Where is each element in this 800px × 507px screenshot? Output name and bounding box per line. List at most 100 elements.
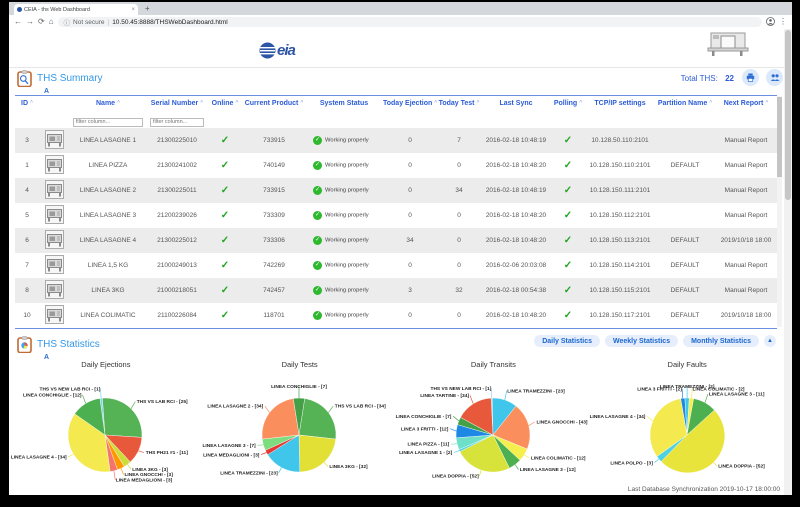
sort-caret-icon[interactable]: ^: [300, 100, 303, 106]
column-header-current-product[interactable]: Current Product^: [243, 96, 305, 111]
sort-caret-icon[interactable]: ^: [765, 100, 768, 106]
monthly-statistics-button[interactable]: Monthly Statistics: [683, 335, 759, 347]
column-header-today-test[interactable]: Today Test^: [437, 96, 481, 111]
sort-caret-icon[interactable]: ^: [200, 100, 203, 106]
cell-id: 6: [15, 228, 39, 253]
cell-online: ✓: [207, 228, 243, 253]
pie-label: LINEA 3KG - [3]: [133, 467, 169, 473]
column-header-partition-name[interactable]: Partition Name^: [655, 96, 715, 111]
cell-today-ejection: 0: [383, 178, 437, 203]
cell-polling: ✓: [551, 128, 585, 153]
column-header-online[interactable]: Online^: [207, 96, 243, 111]
column-header-id[interactable]: ID^: [15, 96, 39, 111]
column-label: Serial Number: [151, 100, 198, 107]
table-row-1[interactable]: 1LINEA PIZZA21300241002✓740149✓Working p…: [15, 153, 777, 178]
cell-machine-thumbnail: [39, 228, 69, 253]
column-header-next-report[interactable]: Next Report^: [715, 96, 777, 111]
info-icon[interactable]: ⓘ: [64, 17, 71, 27]
filter-input-serial[interactable]: [150, 118, 204, 127]
pie-chart-daily-transits: Daily TransitsTHS VS NEW LAB RCI - [1]LI…: [397, 360, 591, 491]
filter-cell: [207, 110, 243, 128]
print-button[interactable]: [742, 69, 759, 86]
column-header-name[interactable]: Name^: [69, 96, 147, 111]
address-bar: ← → ⟳ ⌂ ⓘ Not secure | 10.50.45:8888/THS…: [9, 15, 792, 30]
table-row-8[interactable]: 8LINEA 3KG21000218051✓742457✓Working pro…: [15, 278, 777, 303]
back-icon[interactable]: ←: [14, 18, 22, 26]
column-header-tcp-ip-settings[interactable]: TCP/IP settings: [585, 96, 655, 111]
daily-statistics-button[interactable]: Daily Statistics: [534, 335, 600, 347]
sort-caret-icon[interactable]: ^: [30, 100, 33, 106]
cell-tcpip-settings: 10.128.150.113:2101: [585, 228, 655, 253]
column-label: TCP/IP settings: [594, 100, 645, 107]
filter-cell: [715, 110, 777, 128]
sort-caret-icon[interactable]: ^: [117, 100, 120, 106]
column-header-polling[interactable]: Polling^: [551, 96, 585, 111]
pie-label-leader: [261, 453, 266, 455]
tab-close-icon[interactable]: ×: [131, 7, 135, 13]
statistics-section-header: THS Statistics: [17, 336, 100, 353]
page-scrollbar-thumb[interactable]: [785, 30, 791, 200]
statistics-more-button[interactable]: ▲: [764, 335, 776, 347]
pie-label-leader: [712, 462, 716, 466]
cell-polling: ✓: [551, 278, 585, 303]
table-row-4[interactable]: 4LINEA LASAGNE 221300225011✓733915✓Worki…: [15, 178, 777, 203]
pie-label-leader: [83, 395, 86, 403]
filter-input-name[interactable]: [73, 118, 143, 127]
page-scrollbar[interactable]: [784, 29, 792, 495]
sort-caret-icon[interactable]: ^: [477, 100, 480, 106]
url-field[interactable]: ⓘ Not secure | 10.50.45:8888/THSWebDashb…: [58, 17, 762, 27]
pie-label: LINEA PIZZA - [11]: [407, 442, 449, 448]
home-icon[interactable]: ⌂: [49, 18, 54, 26]
cell-system-status: ✓Working properly: [305, 128, 383, 153]
menu-icon[interactable]: ⋮: [779, 18, 787, 26]
users-button[interactable]: [766, 69, 783, 86]
pie-label: LINEA COLIMATIC - [2]: [692, 386, 744, 392]
forward-icon[interactable]: →: [26, 18, 34, 26]
status-ok-icon: ✓: [313, 211, 322, 220]
column-header-today-ejection[interactable]: Today Ejection^: [383, 96, 437, 111]
pie-label-leader: [450, 429, 456, 431]
sort-caret-icon[interactable]: ^: [579, 100, 582, 106]
polling-check-icon: ✓: [564, 310, 572, 321]
table-row-7[interactable]: 7LINEA 1,5 KG21000249013✓742269✓Working …: [15, 253, 777, 278]
reload-icon[interactable]: ⟳: [38, 18, 45, 26]
new-tab-button[interactable]: +: [145, 5, 150, 15]
cell-id: 7: [15, 253, 39, 278]
sort-caret-icon[interactable]: ^: [709, 100, 712, 106]
pie-label: LINEA GNOCCHI - [3]: [125, 472, 174, 478]
table-row-10[interactable]: 10LINEA COLIMATIC21100226084✓118701✓Work…: [15, 303, 777, 329]
users-icon: [770, 73, 780, 82]
column-header-system-status[interactable]: System Status: [305, 96, 383, 111]
column-label: Today Ejection: [383, 100, 432, 107]
column-header-serial-number[interactable]: Serial Number^: [147, 96, 207, 111]
status-ok-icon: ✓: [313, 286, 322, 295]
filter-cell: [437, 110, 481, 128]
pie-label-leader: [265, 406, 270, 413]
chart-title: Daily Transits: [397, 360, 591, 373]
table-row-6[interactable]: 6LINEA LASAGNE 421300225012✓733306✓Worki…: [15, 228, 777, 253]
polling-check-icon: ✓: [564, 160, 572, 171]
summary-collapse-marker[interactable]: A: [44, 88, 49, 95]
browser-window: CEIA - ths Web Dashboard × + ← → ⟳ ⌂ ⓘ N…: [9, 2, 792, 495]
cell-name: LINEA LASAGNE 2: [69, 178, 147, 203]
sort-caret-icon[interactable]: ^: [434, 100, 437, 106]
pie-label: LINEA LASAGNE 1 - [2]: [399, 450, 453, 456]
table-scrollbar[interactable]: [777, 96, 782, 327]
table-row-3[interactable]: 3LINEA LASAGNE 121300225010✓733915✓Worki…: [15, 128, 777, 153]
cell-polling: ✓: [551, 303, 585, 329]
cell-partition-name: DEFAULT: [655, 228, 715, 253]
table-row-5[interactable]: 5LINEA LASAGNE 321200239026✓733309✓Worki…: [15, 203, 777, 228]
pie-label: THS VS LAB RCI - [25]: [137, 399, 188, 405]
pie-label: LINEA CONCHIGLIE - [12]: [23, 393, 82, 399]
cell-online: ✓: [207, 203, 243, 228]
pie-label: LINEA 3 FRITTI - [12]: [401, 426, 449, 432]
table-header-row: ID^Name^Serial Number^Online^Current Pro…: [15, 96, 777, 111]
table-scrollbar-thumb[interactable]: [777, 97, 782, 177]
pie-label-leader: [454, 451, 460, 453]
sort-caret-icon[interactable]: ^: [235, 100, 238, 106]
pie-label: LINEA LASAGNE 4 - [34]: [11, 455, 67, 461]
column-header-last-sync[interactable]: Last Sync: [481, 96, 551, 111]
browser-tab[interactable]: CEIA - ths Web Dashboard ×: [14, 4, 138, 15]
weekly-statistics-button[interactable]: Weekly Statistics: [605, 335, 678, 347]
status-ok-icon: ✓: [313, 261, 322, 270]
